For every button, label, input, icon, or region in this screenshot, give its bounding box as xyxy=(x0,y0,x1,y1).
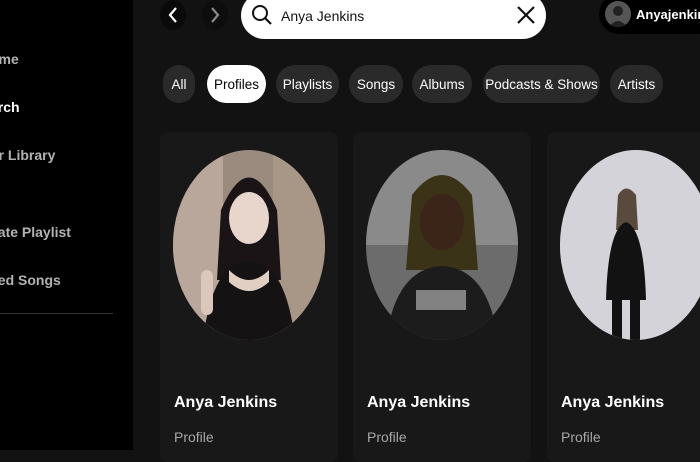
chevron-right-icon xyxy=(211,7,220,23)
filter-podcasts-shows[interactable]: Podcasts & Shows xyxy=(483,65,600,103)
profile-photo xyxy=(173,150,325,340)
sidebar-item-liked-songs[interactable]: ked Songs xyxy=(0,272,61,288)
sidebar-item-create-playlist[interactable]: eate Playlist xyxy=(0,224,71,240)
chevron-left-icon xyxy=(168,7,177,23)
sidebar-item-home[interactable]: ome xyxy=(0,51,19,67)
profile-type: Profile xyxy=(174,429,214,445)
profile-card[interactable]: Anya Jenkins Profile xyxy=(160,132,338,462)
filter-profiles[interactable]: Profiles xyxy=(207,65,266,103)
back-button[interactable] xyxy=(160,0,186,30)
search-input[interactable]: Anya Jenkins xyxy=(241,0,546,39)
search-query: Anya Jenkins xyxy=(281,8,365,24)
profile-photo xyxy=(366,150,518,340)
avatar xyxy=(605,1,631,27)
profile-photo xyxy=(560,150,700,340)
profile-name: Anya Jenkins xyxy=(174,394,278,411)
profile-type: Profile xyxy=(561,429,601,445)
profile-name: Anya Jenkins xyxy=(367,394,471,411)
profile-card[interactable]: Anya Jenkins Profile xyxy=(547,132,700,462)
close-icon[interactable] xyxy=(516,5,536,25)
profile-name: Anya Jenkins xyxy=(561,394,665,411)
main-content: Anya Jenkins Anyajenkins All Profiles Pl… xyxy=(133,0,700,462)
sidebar-divider xyxy=(0,313,113,314)
sidebar-item-search[interactable]: arch xyxy=(0,99,20,115)
filter-playlists[interactable]: Playlists xyxy=(276,65,339,103)
filter-albums[interactable]: Albums xyxy=(412,65,472,103)
user-menu[interactable]: Anyajenkins xyxy=(599,0,700,34)
username: Anyajenkins xyxy=(636,6,700,22)
sidebar-item-library[interactable]: ur Library xyxy=(0,147,55,163)
profile-card[interactable]: Anya Jenkins Profile xyxy=(353,132,531,462)
filter-songs[interactable]: Songs xyxy=(349,65,403,103)
forward-button[interactable] xyxy=(202,0,228,30)
profile-type: Profile xyxy=(367,429,407,445)
sidebar: ome arch ur Library eate Playlist ked So… xyxy=(0,0,133,450)
filter-artists[interactable]: Artists xyxy=(610,65,663,103)
filter-all[interactable]: All xyxy=(163,65,195,103)
search-icon xyxy=(252,5,272,25)
